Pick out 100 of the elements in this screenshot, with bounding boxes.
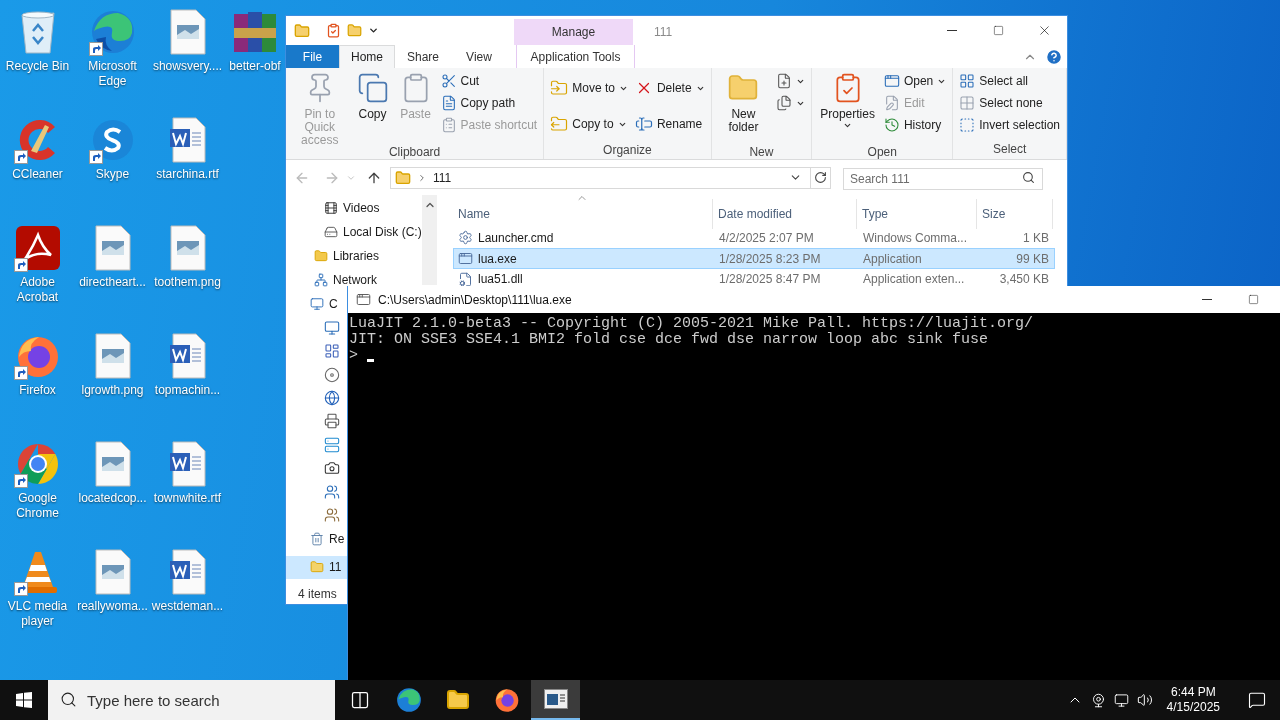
gear-icon [458,230,473,245]
file-row[interactable]: Launcher.cmd 4/2/2025 2:07 PM Windows Comma... 1 KB [453,227,1055,248]
caret-icon[interactable] [368,25,379,36]
search-icon [1022,170,1035,184]
ribbon-tab[interactable]: View [451,45,507,68]
window-icon [458,251,473,266]
console-icon [543,689,568,709]
type-cell-text: Windows Comma... [862,229,969,247]
size-cell-text: 1 KB [1022,229,1050,247]
ribbon-button[interactable]: History [881,114,949,136]
refresh-icon[interactable] [814,171,827,184]
files-icon [776,95,793,111]
ribbon-button[interactable]: Properties [816,70,879,144]
ribbon-button[interactable]: Copy to [548,106,630,142]
nav-item[interactable]: Videos [286,201,422,215]
image-file-icon [93,225,132,271]
server-icon [324,436,340,453]
maximize-icon [1247,294,1259,305]
film-icon [324,201,338,215]
archive-icon [232,10,278,54]
monitor-icon [310,297,324,311]
date-cell-text: 1/28/2025 8:47 PM [718,271,822,288]
nav-item[interactable]: Network [286,273,422,287]
console-line: JIT: ON SSE3 SSE4.1 BMI2 fold cse dce fwd dse narrow loop abc sink fuse [349,332,990,348]
folder-icon [294,22,310,39]
webcam-icon[interactable] [1090,692,1106,708]
properties-icon[interactable] [326,23,341,38]
breadcrumb[interactable]: 111 [433,168,452,187]
ribbon-button[interactable]: Delete [632,70,707,106]
nav-item[interactable]: Re [286,531,347,546]
column-header[interactable]: Type [857,199,977,229]
ribbon-button[interactable]: Rename [632,106,707,142]
notifications-icon[interactable] [1248,691,1266,709]
column-header[interactable]: Name [453,199,713,229]
type-cell-text: Application [862,250,923,268]
column-header[interactable]: Date modified [713,199,857,229]
group-label: New [748,144,775,160]
network-icon [314,273,328,287]
document-icon [168,549,207,595]
drive-icon [324,225,338,239]
ribbon-tab[interactable]: Application Tools [516,45,635,68]
folder-arrow-icon [550,79,569,97]
file-row[interactable]: lua.exe 1/28/2025 8:23 PM Application 99 KB [453,248,1055,269]
minimize-icon [1202,299,1212,300]
address-bar[interactable]: 111 [390,166,831,189]
search-icon [60,691,77,708]
ribbon-tab[interactable]: Share [395,45,451,68]
ribbon-button[interactable]: Invert selection [957,114,1062,136]
taskbar-search-field[interactable]: Type here to search [48,680,335,720]
nav-item[interactable]: 11 [286,555,347,580]
trash-icon [310,531,324,546]
ribbon-tab[interactable]: File [286,45,339,68]
ribbon-button[interactable]: Open [881,70,949,92]
ribbon-button[interactable]: Copy [352,70,393,144]
nav-item[interactable]: C [286,297,347,311]
status-text: 4 items [298,586,337,603]
group-label: Clipboard [387,144,442,160]
volume-icon[interactable] [1136,692,1153,708]
type-cell-text: Application exten... [862,271,966,288]
window-title: 111 [654,24,673,41]
gear-file-icon [458,271,473,287]
edit-icon [883,95,900,111]
scissors-icon [440,73,457,89]
ribbon-tab[interactable]: Home [339,45,395,68]
ribbon-button[interactable]: New folder [715,70,772,144]
ribbon-button[interactable]: Copy path [438,92,540,114]
search-field[interactable]: Search 111 [843,167,1043,190]
clock[interactable]: 6:44 PM 4/15/2025 [1160,685,1226,715]
folder-icon [445,688,470,712]
window-title: C:\Users\admin\Desktop\111\lua.exe [378,291,572,309]
app-logo-icon [89,9,136,55]
help-icon[interactable] [1045,48,1063,66]
column-header[interactable]: Size [977,199,1053,229]
console-line: LuaJIT 2.1.0-beta3 -- Copyright (C) 2005-2021 Mike Pall. https://luajit.org/ [349,316,1035,332]
scrollbar[interactable] [422,195,437,285]
image-file-icon [93,441,132,487]
minimize-icon [947,30,957,31]
ribbon-button[interactable]: Select none [957,92,1062,114]
context-tab-header: Manage [514,19,633,45]
app-logo-icon [395,687,422,713]
windows-logo-icon [16,692,32,708]
ribbon-button[interactable]: Cut [438,70,540,92]
file-row[interactable]: lua51.dll 1/28/2025 8:47 PM Application exten... 3,450 KB [453,269,1055,286]
network-icon[interactable] [1113,692,1129,708]
ribbon-button[interactable]: Move to [548,70,630,106]
folder-icon [314,249,328,263]
nav-item[interactable]: Local Disk (C:) [286,225,422,239]
folder-icon [395,169,411,186]
clipboard-icon [440,117,457,133]
file-name: lua51.dll [478,271,523,288]
breadcrumb-separator-icon [417,172,427,183]
taskbar-button[interactable] [531,680,580,720]
image-file-icon [168,9,207,55]
date-cell-text: 1/28/2025 8:23 PM [718,250,822,268]
console-prompt: > [349,348,358,364]
nav-item[interactable]: Libraries [286,249,422,263]
file-name: Launcher.cmd [478,229,554,247]
window-icon [883,73,900,89]
monitor-icon [324,319,340,336]
ribbon-button[interactable]: Select all [957,70,1062,92]
